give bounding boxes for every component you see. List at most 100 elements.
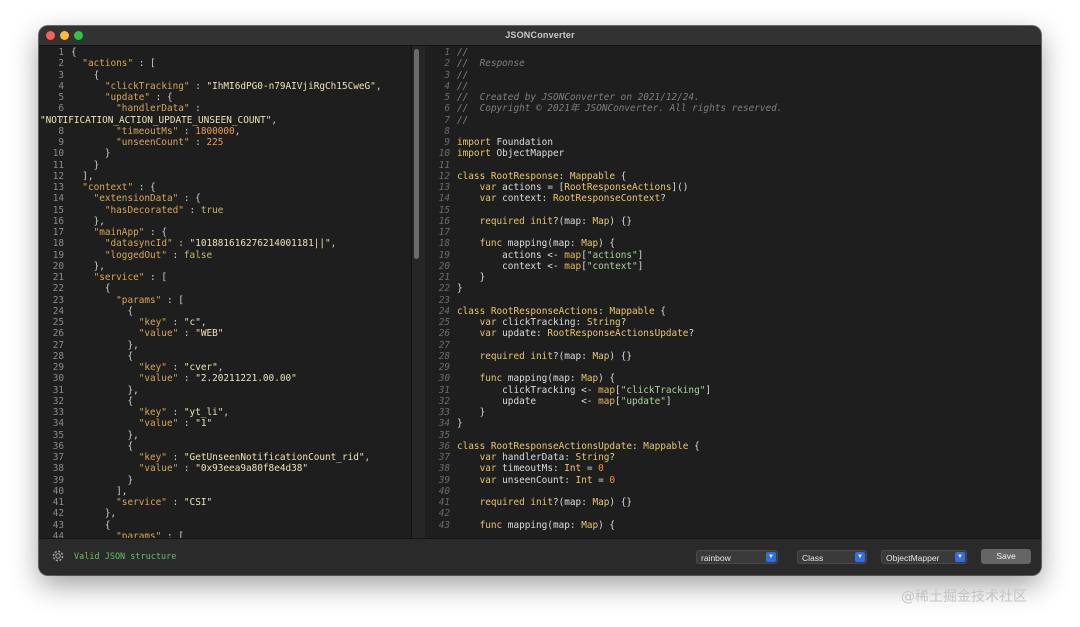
json-editor[interactable]: 1{2 "actions" : [3 {4 "clickTracking" : …: [39, 46, 411, 539]
code-token: {: [71, 395, 134, 407]
code-token: {: [71, 350, 134, 362]
line-number: 6: [444, 103, 450, 115]
code-line: 18 "datasyncId" : "101881616276214001181…: [39, 238, 411, 249]
code-line: 8 "timeoutMs" : 1800000,: [39, 126, 411, 137]
code-line: 25 "key" : "c",: [39, 317, 411, 328]
code-token: {: [71, 69, 100, 81]
code-text: },: [71, 216, 105, 227]
code-text: "timeoutMs" : 1800000,: [71, 126, 240, 137]
code-text: //: [457, 47, 468, 58]
code-token: "service": [116, 497, 167, 508]
line-number: 35: [52, 429, 64, 441]
code-token: "key": [138, 317, 167, 328]
code-token: Mappable: [643, 440, 689, 452]
code-line: 7 //: [425, 115, 1041, 126]
code-line: 1{: [39, 47, 411, 58]
title-bar[interactable]: JSONConverter: [39, 26, 1041, 46]
code-line: 32 {: [39, 396, 411, 407]
code-token: :: [166, 497, 184, 508]
code-text: {: [71, 441, 133, 452]
code-text: class RootResponseActions: Mappable {: [457, 306, 666, 317]
code-line: 2 "actions" : [: [39, 58, 411, 69]
code-text: func mapping(map: Map) {: [457, 238, 615, 249]
code-token: }: [457, 272, 486, 283]
gear-icon[interactable]: [51, 549, 65, 563]
code-text: }: [71, 475, 133, 486]
theme-select[interactable]: rainbow ▼: [696, 550, 778, 564]
code-token: Foundation: [490, 137, 553, 148]
code-text: {: [71, 283, 111, 294]
code-token: "clickTracking": [104, 80, 190, 92]
code-text: //: [457, 81, 468, 92]
line-number: 23: [52, 294, 64, 306]
window-title: JSONConverter: [505, 30, 575, 40]
code-text: "unseenCount" : 225: [71, 137, 223, 148]
code-line: 32 update <- map["update"]: [425, 396, 1041, 407]
line-number: 20: [52, 260, 64, 272]
code-token: "c": [183, 317, 201, 328]
code-text: }: [457, 418, 463, 429]
code-line: 9 import Foundation: [425, 137, 1041, 148]
framework-select[interactable]: ObjectMapper ▼: [881, 550, 967, 564]
code-line: 25 var clickTracking: String?: [425, 317, 1041, 328]
swift-output-editor[interactable]: 1 // 2 // Response 3 // 4 // 5 // Created by JSON…: [425, 46, 1041, 539]
line-number: 3: [58, 69, 64, 81]
line-number: 35: [438, 429, 450, 441]
line-number: 36: [52, 440, 64, 452]
line-number: 38: [52, 463, 64, 475]
code-token: ,: [364, 452, 371, 463]
code-text: "mainApp" : {: [71, 227, 167, 238]
code-text: {: [71, 351, 133, 362]
code-token: ) {}: [609, 497, 632, 508]
code-token: Int: [575, 474, 593, 486]
code-text: "clickTracking" : "IhMI6dPG0-n79AIVjiRgC…: [71, 80, 382, 92]
line-number: 18: [52, 238, 64, 250]
line-number: 30: [52, 373, 64, 385]
theme-select-value: rainbow: [701, 553, 731, 563]
json-editor-scrollbar[interactable]: [414, 49, 419, 259]
code-token: "update": [104, 92, 151, 103]
struct-type-select[interactable]: Class ▼: [797, 550, 867, 564]
code-token: ) {: [598, 519, 616, 531]
code-token: func: [479, 373, 503, 385]
code-line: 17: [425, 227, 1041, 238]
code-text: var update: RootResponseActionsUpdate?: [457, 328, 695, 339]
code-text: }: [71, 160, 100, 171]
save-button[interactable]: Save: [981, 549, 1031, 564]
code-token: ],: [71, 485, 128, 497]
code-line: 27: [425, 340, 1041, 351]
line-number: 14: [52, 193, 64, 205]
line-number: 33: [52, 407, 64, 418]
code-token: 0: [609, 474, 616, 486]
code-line: 19 actions <- map["actions"]: [425, 250, 1041, 261]
code-token: ObjectMapper: [490, 148, 565, 160]
code-token: "WEB": [195, 328, 224, 340]
code-token: RootResponseActions: [564, 182, 672, 193]
code-token: Mappable: [569, 170, 616, 182]
code-token: : {: [133, 182, 156, 193]
code-token: Map: [581, 373, 599, 385]
code-text: }: [457, 283, 463, 294]
code-token: actions = [: [496, 182, 565, 193]
code-token: "handlerData": [116, 103, 190, 115]
line-number: 10: [438, 148, 450, 160]
code-text: },: [71, 508, 116, 519]
line-number: 16: [438, 215, 450, 227]
code-line: 19 "loggedOut" : false: [39, 250, 411, 261]
code-line: 3 //: [425, 70, 1041, 81]
code-text: }: [457, 272, 486, 283]
code-token: ?(map:: [552, 350, 593, 362]
line-number: 27: [52, 339, 64, 351]
code-line: 13 "context" : {: [39, 182, 411, 193]
code-line: 16 required init?(map: Map) {}: [425, 216, 1041, 227]
code-token: mapping(map:: [502, 373, 582, 385]
line-number: 2: [444, 58, 450, 70]
code-text: {: [71, 396, 133, 407]
code-token: {: [71, 47, 77, 58]
status-message: Valid JSON structure: [74, 552, 177, 562]
